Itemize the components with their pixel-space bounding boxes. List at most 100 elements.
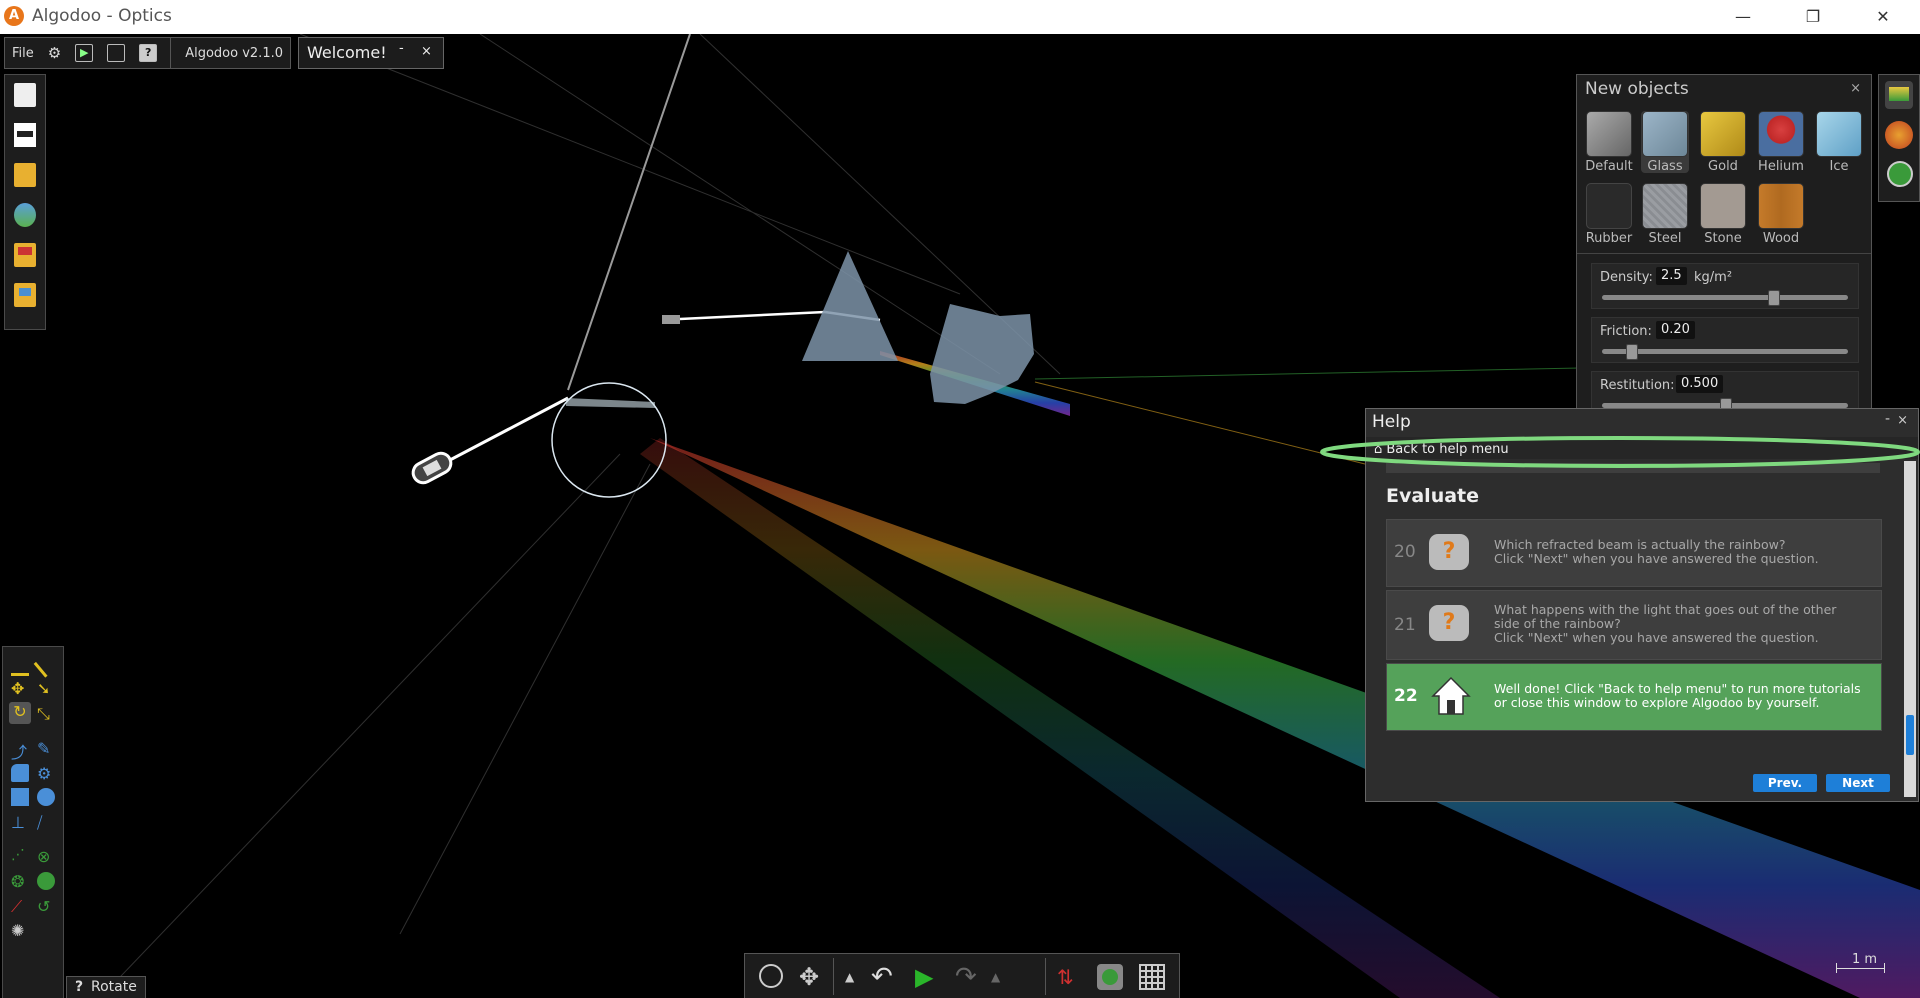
settings-button[interactable]: ⚙ <box>41 38 68 68</box>
spiral-tool-icon[interactable]: ✺ <box>11 921 29 940</box>
redo-menu-icon[interactable]: ▲ <box>991 964 1017 990</box>
tracer-tool-icon[interactable]: ↺ <box>37 897 55 916</box>
material-gold[interactable]: Gold <box>1699 111 1747 174</box>
tools-palette: ✥ ➘ ↻ ⤡ ⤴ ✎ ⚙ ⊥ ⧸ ⋰ ⊗ ❂ ⟋ ↺ ✺ <box>2 646 64 998</box>
gravity-icon[interactable]: ⇅ <box>1057 964 1083 990</box>
knife-tool-icon[interactable] <box>33 650 62 678</box>
friction-property: Friction: 0.20 <box>1591 317 1859 363</box>
material-glass[interactable]: Glass <box>1641 111 1689 174</box>
new-scene-icon[interactable] <box>14 83 36 107</box>
sketch-tool-icon[interactable] <box>11 655 29 676</box>
open-folder-icon[interactable] <box>14 163 36 187</box>
chain-tool-icon[interactable]: ⤴ <box>11 739 29 762</box>
window-button[interactable] <box>100 38 132 68</box>
algodoo-logo-icon: A <box>4 6 24 26</box>
help-scrollbar[interactable] <box>1904 461 1916 797</box>
scale-tool-icon[interactable]: ⤡ <box>37 704 55 723</box>
welcome-close-button[interactable]: × <box>421 44 432 59</box>
question-icon: ? <box>75 979 84 995</box>
step-text: What happens with the light that goes ou… <box>1494 602 1837 645</box>
thruster-tool-icon[interactable] <box>37 872 55 890</box>
sample-scenes-icon[interactable] <box>14 243 36 267</box>
faint-rays <box>99 34 1061 998</box>
material-default[interactable]: Default <box>1585 111 1633 174</box>
run-button[interactable]: ▶ <box>68 38 100 68</box>
new-objects-title: New objects <box>1585 79 1689 99</box>
drag-tool-icon[interactable]: ➘ <box>37 679 55 698</box>
laser-tool-icon[interactable]: ⟋ <box>11 897 29 916</box>
circle-tool-icon[interactable] <box>37 788 55 806</box>
welcome-minimize-button[interactable]: - <box>399 41 404 56</box>
close-window-button[interactable]: ✕ <box>1860 2 1906 32</box>
material-steel[interactable]: Steel <box>1641 183 1689 246</box>
play-icon: ▶ <box>75 44 94 62</box>
blank-scene-icon[interactable] <box>14 123 36 147</box>
file-menu[interactable]: File <box>5 38 41 68</box>
laser-small <box>662 315 680 324</box>
material-helium[interactable]: Helium <box>1757 111 1805 174</box>
axle-tool-icon[interactable]: ❂ <box>11 872 29 891</box>
simulation-toolbar: ✥ ▲ ↶ ▶ ↷ ▲ ⇅ <box>744 953 1180 998</box>
grid-icon[interactable] <box>1139 964 1165 990</box>
spring-tool-icon[interactable]: ⧸ <box>37 813 55 832</box>
restore-button[interactable]: ❐ <box>1790 2 1836 32</box>
material-ice[interactable]: Ice <box>1815 111 1863 174</box>
friction-slider-knob[interactable] <box>1626 344 1638 360</box>
add-scene-icon[interactable] <box>1887 161 1913 187</box>
gear-tool-icon[interactable]: ⚙ <box>37 764 55 783</box>
undo-menu-icon[interactable]: ▲ <box>845 964 871 990</box>
zoom-icon[interactable] <box>759 964 783 988</box>
palette-icon[interactable] <box>1885 121 1913 149</box>
redo-icon[interactable]: ↷ <box>955 964 981 990</box>
prev-button[interactable]: Prev. <box>1753 774 1817 792</box>
step-number: 22 <box>1394 686 1418 706</box>
move-tool-icon[interactable]: ✥ <box>11 679 29 698</box>
friction-value[interactable]: 0.20 <box>1656 321 1695 339</box>
box-tool-icon[interactable] <box>11 788 29 806</box>
welcome-tab[interactable]: Welcome! - × <box>298 37 444 69</box>
fixate-tool-icon[interactable]: ⋰ <box>11 847 29 865</box>
material-swatch <box>1758 183 1804 229</box>
glass-rock <box>930 304 1034 404</box>
density-slider-track[interactable] <box>1602 295 1848 300</box>
file-toolbar <box>4 74 46 330</box>
help-step-22: 22 Well done! Click "Back to help menu" … <box>1386 663 1882 731</box>
help-scroll-thumb[interactable] <box>1906 715 1914 755</box>
gear-icon: ⚙ <box>47 44 62 62</box>
air-friction-icon[interactable] <box>1097 964 1123 990</box>
plane-tool-icon[interactable]: ⊥ <box>11 813 29 832</box>
step-number: 21 <box>1394 615 1416 635</box>
material-swatch <box>1586 183 1632 229</box>
browse-scenes-icon[interactable] <box>14 203 36 227</box>
highlight-ellipse <box>1320 436 1920 468</box>
pan-icon[interactable]: ✥ <box>799 964 825 990</box>
material-stone[interactable]: Stone <box>1699 183 1747 246</box>
new-objects-icon[interactable] <box>1885 81 1913 109</box>
help-step-20: 20 ? Which refracted beam is actually th… <box>1386 519 1882 587</box>
new-objects-close-button[interactable]: × <box>1850 81 1861 96</box>
friction-slider-track[interactable] <box>1602 349 1848 354</box>
window-title: Algodoo - Optics <box>32 6 172 26</box>
help-button[interactable]: ? <box>132 38 164 68</box>
brush-tool-icon[interactable] <box>11 764 29 782</box>
divider <box>1577 253 1871 254</box>
simulation-canvas[interactable]: File ⚙ ▶ ? Algodoo v2.1.0 Welcome! - × ✥… <box>0 34 1920 998</box>
pen-tool-icon[interactable]: ✎ <box>37 739 55 758</box>
version-label: Algodoo v2.1.0 <box>170 38 290 68</box>
density-value[interactable]: 2.5 <box>1656 267 1687 285</box>
scale-tick <box>1884 963 1885 973</box>
open-lessons-icon[interactable] <box>14 283 36 307</box>
undo-icon[interactable]: ↶ <box>871 964 897 990</box>
new-objects-panel: New objects × Default Glass Gold Helium … <box>1576 74 1872 446</box>
rotate-tool-icon[interactable]: ↻ <box>9 702 31 724</box>
friction-label: Friction: <box>1600 324 1652 339</box>
hinge-tool-icon[interactable]: ⊗ <box>37 847 55 866</box>
next-button[interactable]: Next <box>1826 774 1890 792</box>
restitution-value[interactable]: 0.500 <box>1676 375 1724 393</box>
density-slider-knob[interactable] <box>1768 290 1780 306</box>
material-label: Rubber <box>1585 231 1633 246</box>
material-rubber[interactable]: Rubber <box>1585 183 1633 246</box>
minimize-button[interactable]: — <box>1720 2 1766 32</box>
material-wood[interactable]: Wood <box>1757 183 1805 246</box>
play-icon[interactable]: ▶ <box>915 964 941 990</box>
